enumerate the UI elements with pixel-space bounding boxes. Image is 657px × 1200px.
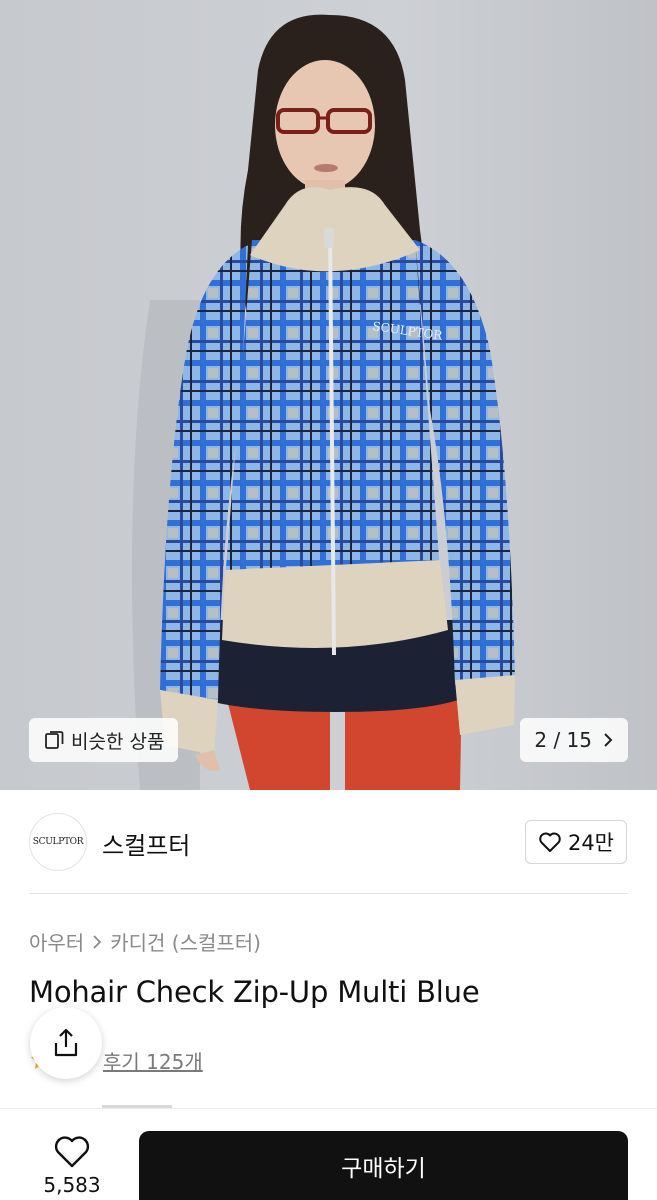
similar-products-label: 비슷한 상품: [71, 730, 165, 753]
chevron-right-icon: [93, 934, 102, 949]
heart-icon: [539, 832, 561, 852]
wishlist-count: 5,583: [43, 1173, 101, 1197]
bottom-action-bar: 5,583 구매하기: [0, 1108, 657, 1200]
breadcrumb: 아우터 카디건 (스컬프터): [29, 927, 261, 956]
image-counter[interactable]: 2 / 15: [520, 718, 628, 762]
similar-products-button[interactable]: 비슷한 상품: [29, 718, 179, 762]
copy-icon: [45, 731, 64, 749]
breadcrumb-category[interactable]: 아우터: [29, 927, 84, 956]
brand-row: SCULPTOR 스컬프터 24만: [0, 790, 657, 894]
breadcrumb-subcategory[interactable]: 카디건 (스컬프터): [110, 927, 261, 956]
divider: [29, 893, 628, 894]
share-button[interactable]: [30, 1007, 102, 1079]
chevron-right-icon: [604, 733, 613, 747]
brand-like-button[interactable]: 24만: [524, 820, 627, 864]
brand-name[interactable]: 스컬프터: [102, 826, 190, 861]
wishlist-button[interactable]: 5,583: [22, 1135, 122, 1197]
product-photo: SCULPTOR: [0, 0, 657, 790]
brand-like-count: 24만: [567, 831, 614, 855]
brand-logo[interactable]: SCULPTOR: [29, 813, 87, 871]
buy-button[interactable]: 구매하기: [139, 1131, 628, 1200]
reviews-link[interactable]: 후기 125개: [103, 1046, 203, 1075]
share-icon: [54, 1028, 78, 1057]
image-counter-text: 2 / 15: [534, 728, 592, 752]
brand-logo-text: SCULPTOR: [32, 837, 84, 847]
product-title: Mohair Check Zip-Up Multi Blue: [29, 975, 480, 1009]
heart-icon: [54, 1136, 90, 1168]
product-image-gallery[interactable]: SCULPTOR 비슷한 상품 2 / 15: [0, 0, 657, 790]
